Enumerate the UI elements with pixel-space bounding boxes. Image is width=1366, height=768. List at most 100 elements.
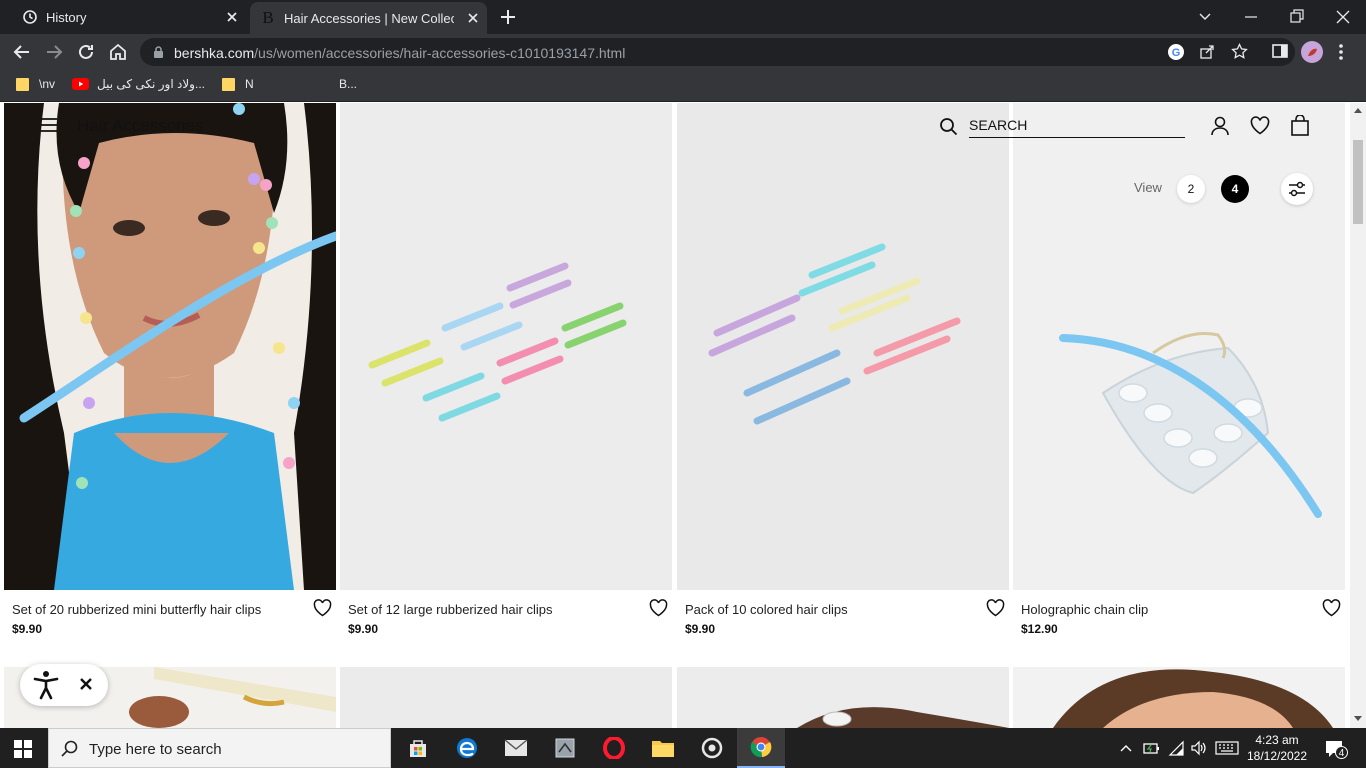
- bershka-favicon-icon: B: [260, 8, 276, 28]
- page-content: Set of 20 rubberized mini butterfly hair…: [0, 103, 1350, 728]
- restore-icon[interactable]: [1289, 7, 1305, 27]
- menu-hamburger-icon[interactable]: [40, 118, 58, 132]
- product-name[interactable]: Set of 12 large rubberized hair clips: [348, 602, 553, 617]
- history-icon: [23, 10, 37, 24]
- opera-icon: [603, 737, 625, 759]
- show-hidden-icons-chevron-icon[interactable]: [1120, 743, 1132, 753]
- bookmark-star-icon[interactable]: [1231, 43, 1248, 60]
- folder-icon: [222, 77, 235, 91]
- windows-start-icon[interactable]: [14, 740, 32, 758]
- taskbar-app-edge[interactable]: [443, 728, 491, 768]
- youtube-icon: [72, 78, 89, 90]
- taskbar-app-explorer-tool[interactable]: [541, 728, 589, 768]
- product-name[interactable]: Set of 20 rubberized mini butterfly hair…: [12, 602, 261, 617]
- clock-date: 18/12/2022: [1246, 749, 1308, 763]
- notification-count: 4: [1335, 746, 1348, 759]
- tab-label: History: [46, 9, 87, 25]
- system-clock[interactable]: 4:23 am 18/12/2022: [1242, 732, 1312, 764]
- product-price: $9.90: [12, 622, 43, 636]
- taskbar-app-file-explorer[interactable]: [639, 728, 687, 768]
- close-window-icon[interactable]: [1335, 7, 1351, 27]
- clock-time: 4:23 am: [1255, 733, 1299, 747]
- product-name[interactable]: Pack of 10 colored hair clips: [685, 602, 848, 617]
- hair-photo: [1053, 669, 1333, 728]
- wishlist-heart-icon[interactable]: [313, 599, 332, 617]
- lock-icon[interactable]: [153, 46, 164, 59]
- profile-avatar-icon[interactable]: [1301, 41, 1323, 63]
- close-tab-icon[interactable]: [467, 12, 479, 24]
- taskbar-app-chrome[interactable]: [737, 728, 785, 768]
- volume-icon[interactable]: [1190, 740, 1208, 756]
- wishlist-heart-icon[interactable]: [1322, 599, 1341, 617]
- product-price: $9.90: [685, 622, 716, 636]
- product-price: $12.90: [1021, 622, 1058, 636]
- side-panel-icon[interactable]: [1271, 42, 1289, 60]
- product-name[interactable]: Holographic chain clip: [1021, 602, 1148, 617]
- product-image-8[interactable]: [1013, 667, 1345, 728]
- media-player-icon: [701, 737, 723, 759]
- close-tab-icon[interactable]: [226, 11, 238, 23]
- menu-kebab-icon[interactable]: [1337, 42, 1345, 62]
- forward-icon[interactable]: [44, 42, 64, 62]
- taskbar-app-opera[interactable]: [590, 728, 638, 768]
- filter-sliders-icon: [1289, 181, 1305, 197]
- search-icon: [61, 740, 78, 757]
- taskbar-search-box[interactable]: Type here to search: [48, 728, 391, 768]
- bookmark-b[interactable]: B...: [339, 77, 357, 91]
- page-scrollbar[interactable]: [1350, 103, 1366, 728]
- scroll-thumb[interactable]: [1353, 140, 1363, 224]
- back-icon[interactable]: [12, 42, 32, 62]
- tab-label: Hair Accessories | New Collection: [284, 10, 454, 26]
- product-image-7[interactable]: [677, 667, 1009, 728]
- browser-toolbar: bershka.com/us/women/accessories/hair-ac…: [0, 34, 1366, 70]
- minimize-icon[interactable]: [1243, 7, 1259, 27]
- notification-center-button[interactable]: 4: [1324, 739, 1348, 759]
- browser-tab-strip: History B Hair Accessories | New Collect…: [0, 0, 1366, 34]
- taskbar-app-media[interactable]: [688, 728, 736, 768]
- search-input[interactable]: SEARCH: [969, 117, 1185, 138]
- search-icon[interactable]: [939, 117, 958, 136]
- accessibility-widget[interactable]: [20, 664, 108, 706]
- battery-charging-icon[interactable]: [1143, 740, 1161, 756]
- view-option-4[interactable]: 4: [1221, 175, 1249, 203]
- taskbar-app-mail[interactable]: [492, 728, 540, 768]
- close-icon[interactable]: [79, 677, 93, 691]
- view-option-2[interactable]: 2: [1177, 175, 1205, 203]
- microsoft-store-icon: [410, 740, 426, 757]
- google-lens-icon[interactable]: G: [1167, 43, 1185, 61]
- scroll-down-arrow-icon[interactable]: [1354, 716, 1362, 722]
- shopping-bag-icon[interactable]: [1290, 115, 1310, 136]
- scroll-up-arrow-icon[interactable]: [1354, 107, 1362, 113]
- bookmark-label: N: [245, 77, 254, 91]
- tab-hair-accessories[interactable]: B Hair Accessories | New Collection: [250, 2, 487, 34]
- chrome-icon: [750, 737, 772, 758]
- home-icon[interactable]: [108, 42, 128, 62]
- product-image-2[interactable]: [340, 103, 672, 590]
- tab-history[interactable]: History: [8, 0, 246, 34]
- accessibility-icon[interactable]: [33, 670, 59, 700]
- bookmark-folder-n[interactable]: N: [222, 77, 254, 91]
- bookmarks-bar: \nv ولاد اور نکی کی بیل... N B...: [0, 70, 1366, 102]
- reload-icon[interactable]: [76, 42, 96, 62]
- wifi-icon[interactable]: [1168, 740, 1186, 756]
- model-photo: [4, 103, 336, 590]
- new-tab-icon[interactable]: [498, 7, 518, 27]
- wishlist-heart-icon[interactable]: [1250, 116, 1270, 135]
- wishlist-heart-icon[interactable]: [986, 599, 1005, 617]
- address-bar[interactable]: bershka.com/us/women/accessories/hair-ac…: [140, 38, 1295, 66]
- filter-button[interactable]: [1281, 173, 1313, 205]
- bookmark-folder-nv[interactable]: \nv: [16, 77, 55, 91]
- bookmark-youtube[interactable]: ولاد اور نکی کی بیل...: [72, 77, 205, 91]
- taskbar-search-placeholder: Type here to search: [89, 741, 222, 758]
- user-account-icon[interactable]: [1210, 116, 1230, 136]
- taskbar-app-store[interactable]: [394, 728, 442, 768]
- folder-icon: [652, 741, 674, 757]
- product-image-1[interactable]: [4, 103, 336, 590]
- wishlist-heart-icon[interactable]: [649, 599, 668, 617]
- share-icon[interactable]: [1199, 44, 1215, 60]
- product-image-6[interactable]: [340, 667, 672, 728]
- tab-search-chevron-icon[interactable]: [1198, 7, 1212, 27]
- mail-icon: [504, 739, 528, 756]
- product-image-3[interactable]: [677, 103, 1009, 590]
- keyboard-icon[interactable]: [1215, 741, 1239, 755]
